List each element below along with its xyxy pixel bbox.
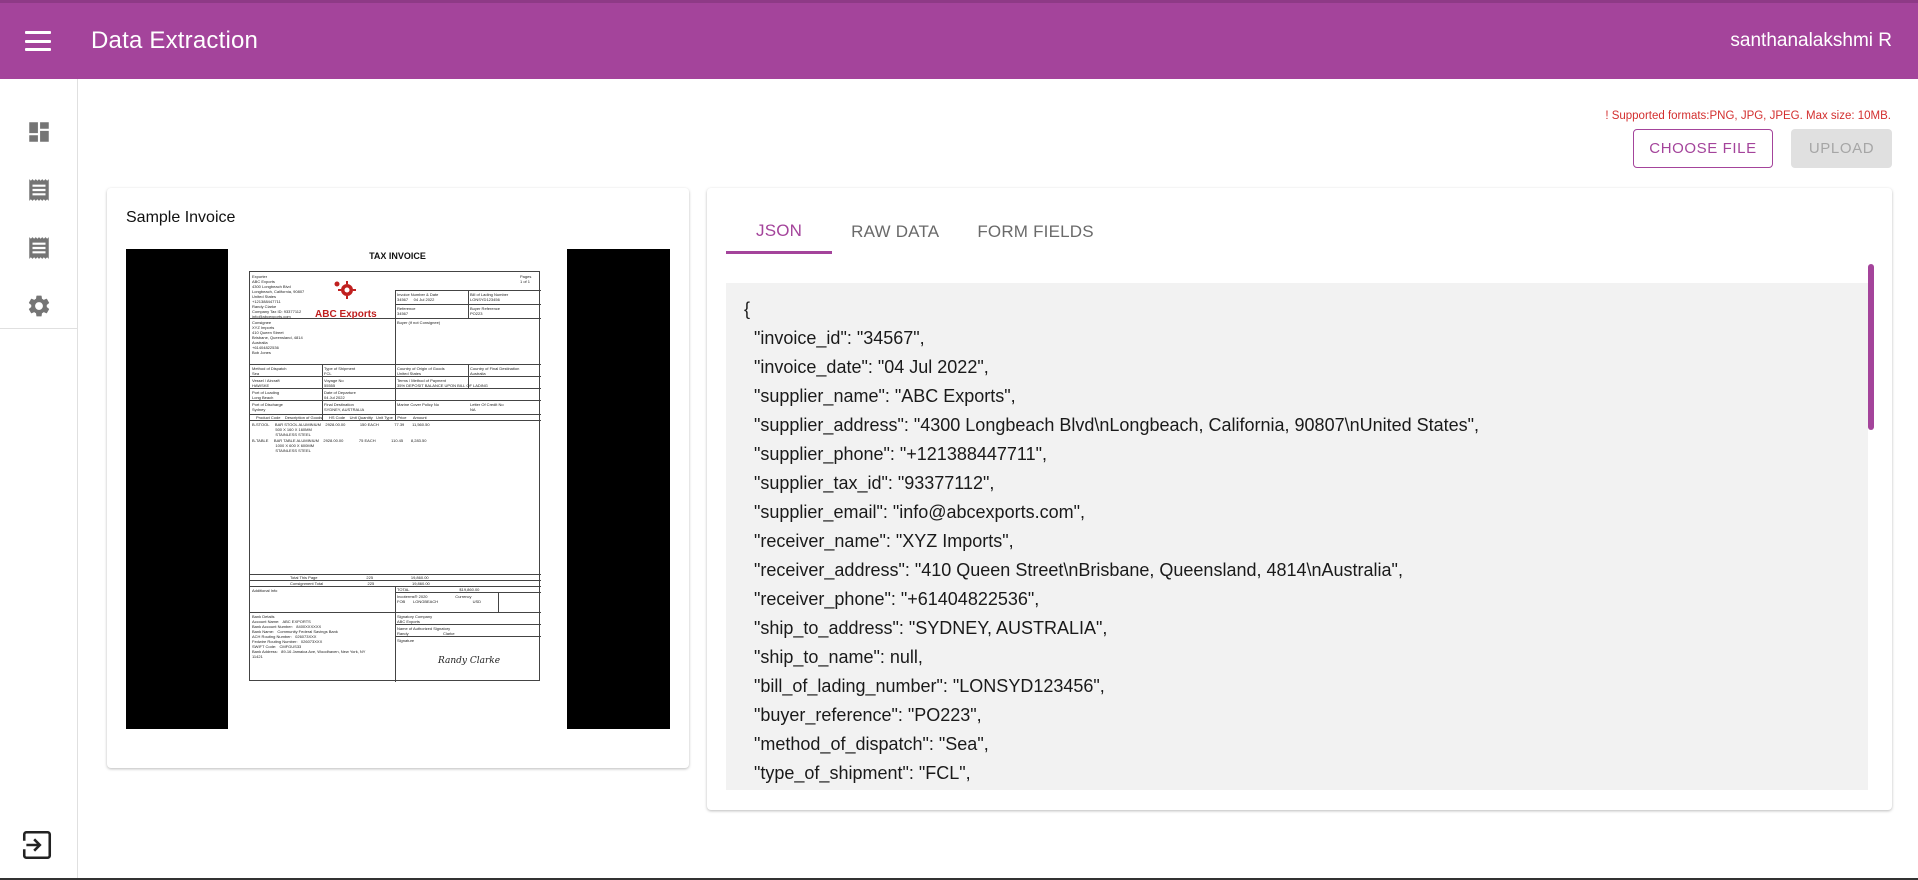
invoice-form: Exporter ABC Exports 4300 Longbeach Blvd Lo… (249, 271, 541, 682)
invoice-preview: TAX INVOICE Exporter ABC Exports 4300 Lo… (126, 249, 670, 729)
app-bar: Data Extraction santhanalakshmi R (0, 0, 1918, 79)
json-line: "supplier_phone": "+121388447711", (744, 444, 1047, 464)
json-line: "type_of_shipment": "FCL", (744, 763, 971, 783)
json-line: "method_of_dispatch": "Sea", (744, 734, 989, 754)
json-line: "ship_to_name": null, (744, 647, 923, 667)
receipt-icon (29, 237, 49, 259)
signature: Randy Clarke (438, 656, 501, 666)
menu-icon[interactable] (25, 31, 51, 51)
json-line: "invoice_date": "04 Jul 2022", (744, 357, 989, 377)
invoice-image: TAX INVOICE Exporter ABC Exports 4300 Lo… (228, 249, 567, 729)
receipt-icon (29, 179, 49, 201)
tab-raw-data[interactable]: RAW DATA (832, 210, 958, 254)
sidebar-item-dashboard[interactable] (0, 103, 78, 161)
output-card: JSON RAW DATA FORM FIELDS { "invoice_id"… (707, 188, 1892, 810)
tab-bar: JSON RAW DATA FORM FIELDS (726, 210, 1113, 254)
scrollbar-thumb[interactable] (1868, 264, 1874, 430)
sidebar (0, 79, 78, 880)
gear-logo-icon (334, 281, 356, 299)
json-line: "bill_of_lading_number": "LONSYD123456", (744, 676, 1105, 696)
json-output[interactable]: { "invoice_id": "34567", "invoice_date":… (726, 283, 1872, 790)
dashboard-icon (29, 122, 49, 142)
json-line: "buyer_reference": "PO223", (744, 705, 982, 725)
format-hint: ! Supported formats:PNG, JPG, JPEG. Max … (1605, 110, 1891, 122)
json-line: "supplier_name": "ABC Exports", (744, 386, 1016, 406)
invoice-heading: TAX INVOICE (369, 251, 426, 261)
upload-button[interactable]: UPLOAD (1791, 129, 1892, 168)
json-line: { (744, 299, 751, 319)
json-text: { "invoice_id": "34567", "invoice_date":… (744, 295, 1479, 788)
preview-title: Sample Invoice (126, 209, 236, 226)
json-line: "receiver_name": "XYZ Imports", (744, 531, 1014, 551)
json-line: "invoice_id": "34567", (744, 328, 925, 348)
tab-form-fields[interactable]: FORM FIELDS (958, 210, 1113, 254)
tab-json[interactable]: JSON (726, 210, 833, 254)
gear-icon (28, 295, 50, 317)
json-line: "supplier_address": "4300 Longbeach Blvd… (744, 415, 1480, 435)
sidebar-item-receipt-2[interactable] (0, 219, 78, 277)
json-line: "receiver_phone": "+61404822536", (744, 589, 1040, 609)
json-line: "ship_to_address": "SYDNEY, AUSTRALIA", (744, 618, 1108, 638)
logout-icon[interactable] (20, 828, 54, 862)
json-line: "supplier_tax_id": "93377112", (744, 473, 995, 493)
sidebar-item-settings[interactable] (0, 277, 78, 335)
company-logo: ABC Exports (315, 309, 377, 320)
user-name[interactable]: santhanalakshmi R (1730, 30, 1892, 52)
json-line: "supplier_email": "info@abcexports.com", (744, 502, 1085, 522)
choose-file-button[interactable]: CHOOSE FILE (1633, 129, 1773, 168)
json-line: "receiver_address": "410 Queen Street\nB… (744, 560, 1403, 580)
preview-card: Sample Invoice TAX INVOICE Exporter ABC … (107, 188, 689, 768)
app-title: Data Extraction (91, 27, 259, 54)
sidebar-item-receipt-1[interactable] (0, 161, 78, 219)
